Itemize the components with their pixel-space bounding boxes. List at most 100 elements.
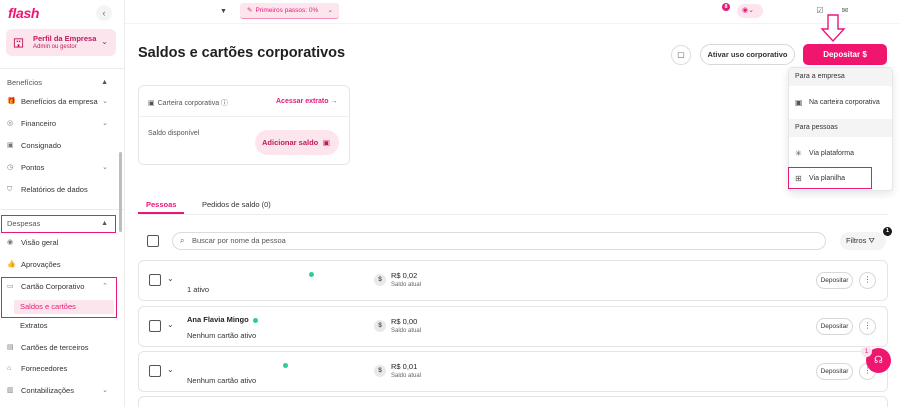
more-options-icon[interactable]: ⋮ <box>859 272 876 289</box>
shield-icon: ⛉ <box>7 186 13 193</box>
search-icon: ⌕ <box>180 236 185 245</box>
company-profile-selector[interactable]: Perfil da Empresa Admin ou gestor ⌄ <box>6 29 116 56</box>
feedback-button[interactable]: ▢ <box>671 45 691 65</box>
arrow-right-icon: → <box>330 98 338 105</box>
balance-label: Saldo disponível <box>148 130 200 137</box>
filter-icon: ⛛ <box>868 236 875 245</box>
view-statement-link[interactable]: Acessar extrato → <box>276 98 337 105</box>
filters-label: Filtros <box>846 236 867 245</box>
highlight-cartao-corporativo <box>1 277 117 318</box>
row-deposit-button[interactable]: Depositar <box>816 318 853 335</box>
active-tab-indicator <box>138 212 184 214</box>
search-input[interactable]: ⌕ Buscar por nome da pessoa <box>172 232 826 250</box>
card-status: Nenhum cartão ativo <box>187 376 257 385</box>
sidebar-item-label: Financeiro <box>21 119 57 128</box>
table-row[interactable]: ⌄ Ana Flavia Mingo Nenhum cartão ativo $… <box>138 306 888 347</box>
page-title: Saldos e cartões corporativos <box>138 45 346 61</box>
section-label: Benefícios <box>7 78 43 87</box>
flash-logo[interactable]: flash <box>8 5 39 21</box>
more-options-icon[interactable]: ⋮ <box>859 318 876 335</box>
company-role: Admin ou gestor <box>33 44 77 50</box>
user-menu[interactable]: ◉⌄ <box>737 4 763 18</box>
card-divider <box>139 116 349 117</box>
sidebar-item-label: Contabilizações <box>21 386 74 395</box>
caret-down-icon[interactable]: ▼ <box>220 8 227 15</box>
card-status: Nenhum cartão ativo <box>187 331 257 340</box>
table-row[interactable]: ⌄ 1 ativo $ R$ 0,02 Saldo atual Deposita… <box>138 260 888 301</box>
select-all-checkbox[interactable] <box>147 235 159 247</box>
table-row[interactable] <box>138 396 888 407</box>
dollar-icon: $ <box>374 365 386 377</box>
chevron-down-icon[interactable]: ⌄ <box>167 320 174 329</box>
chevron-down-icon: ⌄ <box>102 98 108 105</box>
info-icon[interactable]: ⓘ <box>221 100 228 107</box>
row-checkbox[interactable] <box>149 274 161 286</box>
add-balance-button[interactable]: Adicionar saldo ▣ <box>255 130 339 155</box>
onboarding-progress[interactable]: ✎ Primeiros passos: 0% ⌄ <box>240 3 339 19</box>
collapse-sidebar-button[interactable]: ‹ <box>96 5 112 21</box>
chevron-down-icon[interactable]: ⌄ <box>167 274 174 283</box>
sidebar-item-visao-geral[interactable]: ◉ Visão geral <box>6 236 116 250</box>
notification-badge: 8 <box>722 3 730 11</box>
person-name: Ana Flavia Mingo <box>187 315 249 324</box>
dropdown-item-plataforma[interactable]: ✳ Via plataforma <box>789 143 892 165</box>
sidebar-item-label: Visão geral <box>21 238 59 247</box>
sidebar-item-financeiro[interactable]: ◎ Financeiro ⌄ <box>6 117 116 131</box>
section-beneficios[interactable]: Benefícios ▲ <box>3 76 115 90</box>
wallet-plus-icon: ▣ <box>322 138 330 147</box>
sidebar-item-relatorios[interactable]: ⛉ Relatórios de dados <box>6 183 116 197</box>
dropdown-group-empresa: Para a empresa <box>789 68 892 86</box>
eye-icon: ◉ <box>7 239 14 246</box>
sidebar: flash ‹ Perfil da Empresa Admin ou gesto… <box>0 0 125 407</box>
tab-pedidos[interactable]: Pedidos de saldo (0) <box>202 200 271 209</box>
tabs: Pessoas Pedidos de saldo (0) <box>138 197 888 215</box>
add-balance-label: Adicionar saldo <box>262 138 319 147</box>
sidebar-item-cartoes-terceiros[interactable]: ▤ Cartões de terceiros <box>6 341 116 355</box>
link-text: Acessar extrato <box>276 98 329 105</box>
topbar: ▼ ✎ Primeiros passos: 0% ⌄ ☑ ✉ <box>125 0 900 24</box>
dropdown-item-label: Na carteira corporativa <box>809 99 880 106</box>
building-icon <box>13 38 24 48</box>
sidebar-subitem-extratos[interactable]: Extratos <box>14 319 114 333</box>
sidebar-item-label: Pontos <box>21 163 45 172</box>
filters-button[interactable]: Filtros ⛛ <box>840 232 886 250</box>
dropdown-item-carteira[interactable]: ▣ Na carteira corporativa <box>789 92 892 114</box>
sidebar-item-contabilizacoes[interactable]: ▥ Contabilizações ⌄ <box>6 384 116 398</box>
sidebar-item-aprovacoes[interactable]: 👍 Aprovações <box>6 258 116 272</box>
row-checkbox[interactable] <box>149 365 161 377</box>
tab-pessoas[interactable]: Pessoas <box>146 200 176 209</box>
balance-amount: R$ 0,00 <box>391 317 418 326</box>
sidebar-divider <box>0 209 124 210</box>
chevron-up-icon: ▲ <box>101 79 108 86</box>
sidebar-scrollbar[interactable] <box>119 152 122 232</box>
chevron-down-icon: ⌄ <box>101 37 108 46</box>
deposit-button[interactable]: Depositar $ <box>803 44 887 65</box>
sidebar-item-fornecedores[interactable]: ⌂ Fornecedores <box>6 362 116 376</box>
headset-icon: ☊ <box>874 355 883 366</box>
wallet-label: ▣ Carteira corporativa ⓘ <box>148 98 228 108</box>
arrow-down-icon <box>820 14 846 42</box>
sidebar-item-pontos[interactable]: ◷ Pontos ⌄ <box>6 161 116 175</box>
row-deposit-button[interactable]: Depositar <box>816 363 853 380</box>
sidebar-item-beneficios-empresa[interactable]: 🎁 Benefícios da empresa ⌄ <box>6 95 116 109</box>
row-deposit-button[interactable]: Depositar <box>816 272 853 289</box>
onboarding-label: Primeiros passos: 0% <box>255 7 319 14</box>
activate-corporate-button[interactable]: Ativar uso corporativo <box>700 44 795 65</box>
table-row[interactable]: ⌄ Nenhum cartão ativo $ R$ 0,01 Saldo at… <box>138 351 888 392</box>
chat-icon: ▢ <box>677 50 685 59</box>
sidebar-item-label: Fornecedores <box>21 364 68 373</box>
gift-icon: 🎁 <box>7 98 16 105</box>
chevron-down-icon: ⌄ <box>102 387 108 394</box>
thumb-icon: 👍 <box>7 261 16 268</box>
clock-icon: ◷ <box>7 164 14 171</box>
store-icon: ⌂ <box>7 365 12 372</box>
wallet-label-text: Carteira corporativa <box>157 100 220 107</box>
sidebar-item-label: Consignado <box>21 141 62 150</box>
sidebar-item-consignado[interactable]: ▣ Consignado <box>6 139 116 153</box>
sidebar-item-label: Relatórios de dados <box>21 185 88 194</box>
chevron-down-icon[interactable]: ⌄ <box>167 365 174 374</box>
help-count-badge: 1 <box>861 346 872 357</box>
highlight-despesas <box>1 215 116 233</box>
row-checkbox[interactable] <box>149 320 161 332</box>
sparkle-icon: ✳ <box>795 149 802 158</box>
